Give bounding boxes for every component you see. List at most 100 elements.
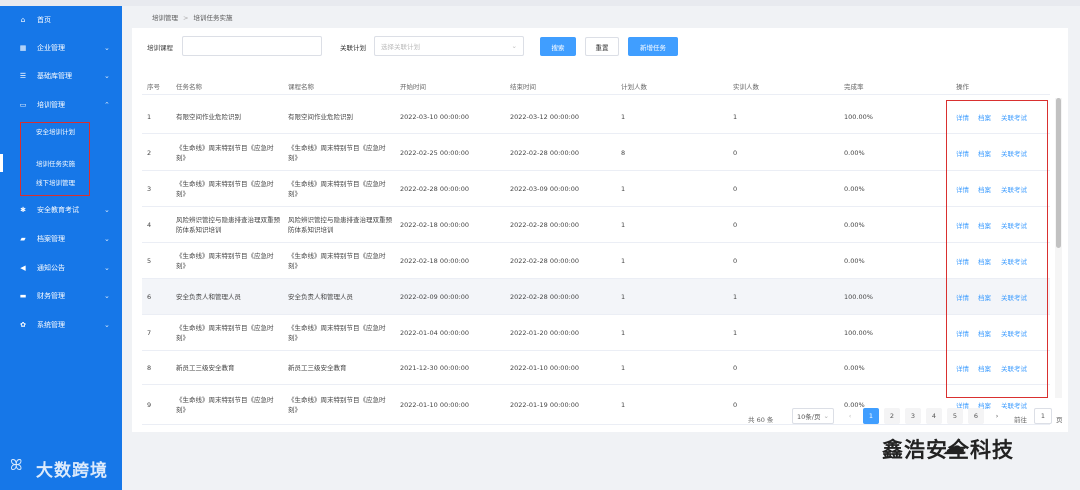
main-area: 培训管理 > 培训任务实施 培训课程 关联计划 选择关联计划 ⌄ 搜索 重置 新增任… [122,6,1080,490]
settings-icon: ✿ [20,321,26,329]
chevron-down-icon: ⌄ [104,292,110,300]
nav-training[interactable]: ▭ 培训管理 ⌃ [0,91,122,119]
course-label: 培训课程 [147,44,173,52]
nav-notice[interactable]: ◀ 通知公告 ⌄ [0,254,122,282]
th-task: 任务名称 [176,83,202,91]
page-2[interactable]: 2 [884,408,900,424]
nav-system[interactable]: ✿ 系统管理 ⌄ [0,311,122,339]
nav-label: 安全教育考试 [37,206,79,214]
nav-base-library[interactable]: ☰ 基础库管理 ⌄ [0,62,122,90]
logo-icon: ꕤ [10,456,23,474]
goto-page-input[interactable]: 1 [1034,408,1052,424]
gear-icon: ✱ [20,206,26,214]
chevron-down-icon: ⌄ [104,264,110,272]
nav-label: 财务管理 [37,292,65,300]
nav-safety-exam[interactable]: ✱ 安全教育考试 ⌄ [0,196,122,224]
add-task-button[interactable]: 新增任务 [628,37,678,56]
cell-rate: 100.00% [844,329,873,337]
page-6[interactable]: 6 [968,408,984,424]
cell-course: 安全负责人和管理人员 [288,293,353,301]
cell-no: 3 [147,185,152,193]
th-plan: 计划人数 [621,83,647,91]
breadcrumb-item[interactable]: 培训管理 [152,14,178,22]
course-input[interactable] [182,36,322,56]
cell-plan: 1 [621,364,626,372]
th-rate: 完成率 [844,83,864,91]
cell-plan: 1 [621,221,626,229]
scrollbar[interactable] [1055,98,1062,398]
page-suffix: 页 [1056,416,1063,424]
page-size-value: 10条/页 [797,413,821,421]
nav-label: 首页 [37,16,51,24]
cell-start: 2022-03-10 00:00:00 [400,113,470,121]
next-page-button[interactable]: › [989,408,1005,424]
cell-task: 新员工三级安全教育 [176,364,235,372]
chevron-down-icon: ⌄ [104,235,110,243]
cell-task: 《生命线》周末特别节目《应急时刻》 [176,252,274,270]
page-1[interactable]: 1 [863,408,879,424]
cell-start: 2022-02-18 00:00:00 [400,221,470,229]
plan-select[interactable]: 选择关联计划 ⌄ [374,36,524,56]
cell-start: 2022-02-25 00:00:00 [400,148,470,157]
chevron-down-icon: ⌄ [104,44,110,52]
th-end: 结束时间 [510,83,536,91]
cell-no: 5 [147,257,152,265]
cell-actual: 1 [733,329,738,337]
page-3[interactable]: 3 [905,408,921,424]
nav-home[interactable]: ⌂ 首页 [0,6,122,34]
th-course: 课程名称 [288,83,314,91]
scroll-thumb[interactable] [1056,98,1061,248]
cell-course: 《生命线》周末特别节目《应急时刻》 [288,252,386,270]
highlight-box [20,122,90,196]
search-button[interactable]: 搜索 [540,37,576,56]
reset-button[interactable]: 重置 [585,37,619,56]
cell-end: 2022-02-28 00:00:00 [510,257,580,265]
monitor-icon: ▭ [19,101,27,109]
cell-no: 9 [147,401,152,409]
goto-label: 前往 [1014,416,1027,424]
cell-start: 2022-02-09 00:00:00 [400,293,470,301]
cell-plan: 1 [621,401,626,409]
breadcrumb-separator: > [183,14,189,22]
plan-placeholder: 选择关联计划 [381,43,420,51]
nav-archive[interactable]: ▰ 档案管理 ⌄ [0,225,122,253]
cell-no: 1 [147,113,152,121]
cell-task: 安全负责人和管理人员 [176,293,241,301]
plan-label: 关联计划 [340,44,366,52]
nav-label: 培训管理 [37,101,65,109]
list-icon: ☰ [19,72,27,80]
chevron-down-icon: ⌄ [104,321,110,329]
cell-end: 2022-01-20 00:00:00 [510,329,580,337]
page-5[interactable]: 5 [947,408,963,424]
cell-end: 2022-02-28 00:00:00 [510,221,580,229]
sidebar: ⌂ 首页 ▦ 企业管理 ⌄ ☰ 基础库管理 ⌄ ▭ 培训管理 ⌃ 安全培训计划 … [0,6,122,490]
cell-course: 《生命线》周末特别节目《应急时刻》 [288,324,386,342]
cell-plan: 1 [621,257,626,265]
highlight-box [946,100,1048,398]
page-4[interactable]: 4 [926,408,942,424]
cell-rate: 0.00% [844,221,865,229]
cell-plan: 1 [621,293,626,301]
page-size-select[interactable]: 10条/页 ⌄ [792,408,834,424]
cell-no: 7 [147,329,152,337]
cell-end: 2022-03-12 00:00:00 [510,113,580,121]
breadcrumb-item: 培训任务实施 [193,14,233,22]
cell-plan: 1 [621,329,626,337]
cell-no: 4 [147,221,152,229]
cell-course: 《生命线》周末特别节目《应急时刻》 [288,396,386,414]
folder-icon: ▰ [20,235,26,243]
cell-end: 2022-01-10 00:00:00 [510,364,580,372]
nav-label: 系统管理 [37,321,65,329]
header-divider [142,94,1050,95]
nav-label: 通知公告 [37,264,65,272]
home-icon: ⌂ [20,16,26,24]
chevron-down-icon: ⌄ [104,206,110,214]
building-icon: ▦ [19,44,27,52]
nav-enterprise[interactable]: ▦ 企业管理 ⌄ [0,34,122,62]
cell-rate: 0.00% [844,257,865,265]
nav-finance[interactable]: ▬ 财务管理 ⌄ [0,282,122,310]
cell-actual: 0 [733,148,738,157]
prev-page-button[interactable]: ‹ [842,408,858,424]
cell-start: 2022-02-18 00:00:00 [400,257,470,265]
cell-task: 《生命线》周末特别节目《应急时刻》 [176,396,274,414]
